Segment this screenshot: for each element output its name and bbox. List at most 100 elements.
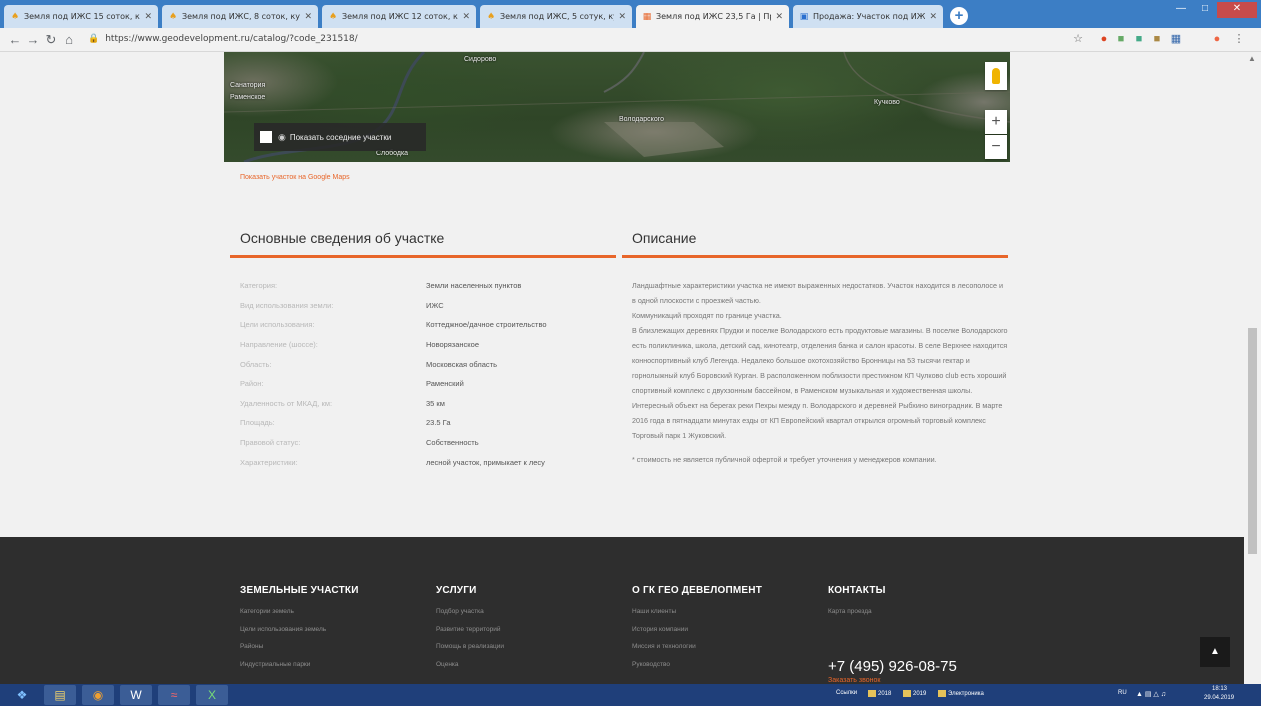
zoom-in-button[interactable]: + (985, 110, 1007, 134)
clock-time: 18:13 (1212, 686, 1228, 692)
close-tab-icon[interactable]: ✕ (929, 12, 937, 22)
property-row: Характеристики: лесной участок, примыкает… (240, 452, 610, 472)
excel-icon[interactable]: X (196, 685, 228, 705)
price-note: * стоимость не является публичной оферто… (632, 455, 937, 464)
browser-tab[interactable]: ▣ Продажа: Участок под ИЖС у✕ (793, 5, 943, 28)
extension-icon[interactable]: ▦ (1169, 32, 1183, 46)
property-row: Цели использования: Коттеджное/дачное стр… (240, 315, 610, 335)
taskbar-folder[interactable]: Электроника (938, 690, 984, 697)
taskbar-folder[interactable]: 2019 (903, 690, 926, 697)
chrome-icon[interactable]: ◉ (82, 685, 114, 705)
reload-icon[interactable]: ↻ (44, 32, 58, 48)
footer-link[interactable]: Цели использования земель (240, 621, 359, 639)
map-label: Кучково (874, 99, 900, 106)
footer-link[interactable]: Оценка (436, 656, 504, 674)
explorer-icon[interactable]: ▤ (44, 685, 76, 705)
forward-icon[interactable]: → (26, 32, 40, 47)
new-tab-button[interactable]: + (950, 7, 968, 25)
footer-link[interactable]: Наши клиенты (632, 603, 762, 621)
property-value: Новорязанское (426, 340, 480, 350)
geo-icon: ♠ (10, 11, 20, 22)
description-divider (622, 255, 1008, 258)
map-label: Сидорово (464, 56, 497, 63)
minimize-icon[interactable]: — (1169, 2, 1193, 18)
property-value: Коттеджное/дачное строительство (426, 320, 547, 330)
close-tab-icon[interactable]: ✕ (775, 12, 783, 22)
scrollbar-thumb[interactable] (1248, 328, 1257, 554)
property-row: Правовой статус: Собственность (240, 433, 610, 453)
word-icon[interactable]: W (120, 685, 152, 705)
google-maps-link[interactable]: Показать участок на Google Maps (240, 174, 350, 181)
footer-link[interactable]: Руководство (632, 656, 762, 674)
footer-link[interactable]: Миссия и технологии (632, 638, 762, 656)
neighbors-toggle[interactable]: ◉ Показать соседние участки (254, 123, 426, 151)
close-tab-icon[interactable]: ✕ (618, 12, 626, 22)
zoom-out-button[interactable]: − (985, 135, 1007, 159)
description-text: Ландшафтные характеристики участка не им… (632, 278, 1008, 467)
browser-tab[interactable]: ♠ Земля под ИЖС, 5 сотук, купить ✕ (480, 5, 632, 28)
grid-icon: ▦ (642, 11, 652, 22)
footer-link[interactable]: Развитие территорий (436, 621, 504, 639)
close-tab-icon[interactable]: ✕ (462, 12, 470, 22)
browser-tab[interactable]: ♠ Земля под ИЖС 15 соток, купи ✕ (4, 5, 158, 28)
property-value: ИЖС (426, 300, 444, 310)
tab-title: Земля под ИЖС, 5 сотук, купить (500, 12, 614, 21)
browser-toolbar: ← → ↻ ⌂ 🔒 https://www.geodevelopment.ru/c… (0, 28, 1261, 52)
property-row: Удаленность от МКАД, км: 35 км (240, 394, 610, 414)
footer-link[interactable]: Категории земель (240, 603, 359, 621)
browser-tab[interactable]: ♠ Земля под ИЖС 12 соток, купи ✕ (322, 5, 476, 28)
browser-tab[interactable]: ♠ Земля под ИЖС, 8 соток, купить ✕ (162, 5, 318, 28)
app-icon[interactable]: ≈ (158, 685, 190, 705)
footer-link[interactable]: История компании (632, 621, 762, 639)
tab-title: Земля под ИЖС, 8 соток, купить (182, 12, 300, 21)
description-title: Описание (632, 230, 697, 246)
page-scrollbar[interactable]: ▲ (1244, 52, 1261, 684)
browser-tab[interactable]: ▦ Земля под ИЖС 23,5 Га | Продаж ✕ (636, 5, 789, 28)
tab-title: Земля под ИЖС 23,5 Га | Продаж (656, 12, 771, 21)
property-key: Цели использования: (240, 320, 315, 330)
tray-icons[interactable]: ▲ ▤ △ ♫ (1136, 690, 1166, 698)
neighbors-checkbox[interactable] (260, 131, 272, 143)
footer-link[interactable]: Районы (240, 638, 359, 656)
property-row: Категория: Земли населенных пунктов (240, 276, 610, 296)
footer-link[interactable]: Помощь в реализации (436, 638, 504, 656)
scroll-up-icon[interactable]: ▲ (1248, 54, 1256, 63)
address-bar[interactable]: 🔒 https://www.geodevelopment.ru/catalog/?… (88, 31, 1048, 48)
home-icon[interactable]: ⌂ (62, 32, 76, 47)
language-indicator[interactable]: RU (1118, 690, 1127, 696)
property-key: Удаленность от МКАД, км: (240, 398, 333, 408)
extension-icon[interactable]: ■ (1114, 32, 1128, 46)
star-icon[interactable]: ☆ (1071, 32, 1085, 46)
close-tab-icon[interactable]: ✕ (144, 12, 152, 22)
back-icon[interactable]: ← (8, 32, 22, 47)
menu-icon[interactable]: ⋮ (1232, 32, 1246, 46)
window-controls: — □ ✕ (1169, 2, 1257, 18)
property-key: Характеристики: (240, 457, 298, 467)
street-view-pegman-icon[interactable] (985, 62, 1007, 90)
footer-link[interactable]: Индустриальные парки (240, 656, 359, 674)
extension-stop-icon[interactable]: ● (1097, 32, 1111, 46)
close-window-icon[interactable]: ✕ (1217, 2, 1257, 18)
map-label: Раменское (230, 94, 266, 101)
scroll-to-top-button[interactable]: ▲ (1200, 637, 1230, 667)
profile-icon[interactable]: ● (1210, 32, 1224, 46)
property-list: Категория: Земли населенных пунктов Вид ис… (240, 276, 610, 472)
property-key: Область: (240, 359, 272, 369)
footer-link[interactable]: Карта проезда (828, 603, 886, 621)
footer-phone[interactable]: +7 (495) 926-08-75 (828, 658, 957, 675)
footer-link[interactable]: Подбор участка (436, 603, 504, 621)
map-label: Санатория (230, 82, 266, 89)
start-button-icon[interactable]: ❖ (6, 685, 38, 705)
property-value: Земли населенных пунктов (426, 281, 522, 291)
property-row: Район: Раменский (240, 374, 610, 394)
callback-link[interactable]: Заказать звонок (828, 677, 880, 684)
footer-column-title: КОНТАКТЫ (828, 585, 886, 596)
close-tab-icon[interactable]: ✕ (304, 12, 312, 22)
taskbar-folder[interactable]: 2018 (868, 690, 891, 697)
maximize-icon[interactable]: □ (1193, 2, 1217, 18)
extension-icon[interactable]: ■ (1150, 32, 1164, 46)
geo-icon: ♠ (328, 11, 338, 22)
extension-icon[interactable]: ■ (1132, 32, 1146, 46)
tab-title: Продажа: Участок под ИЖС у (813, 12, 926, 21)
property-value: лесной участок, примыкает к лесу (426, 457, 545, 467)
